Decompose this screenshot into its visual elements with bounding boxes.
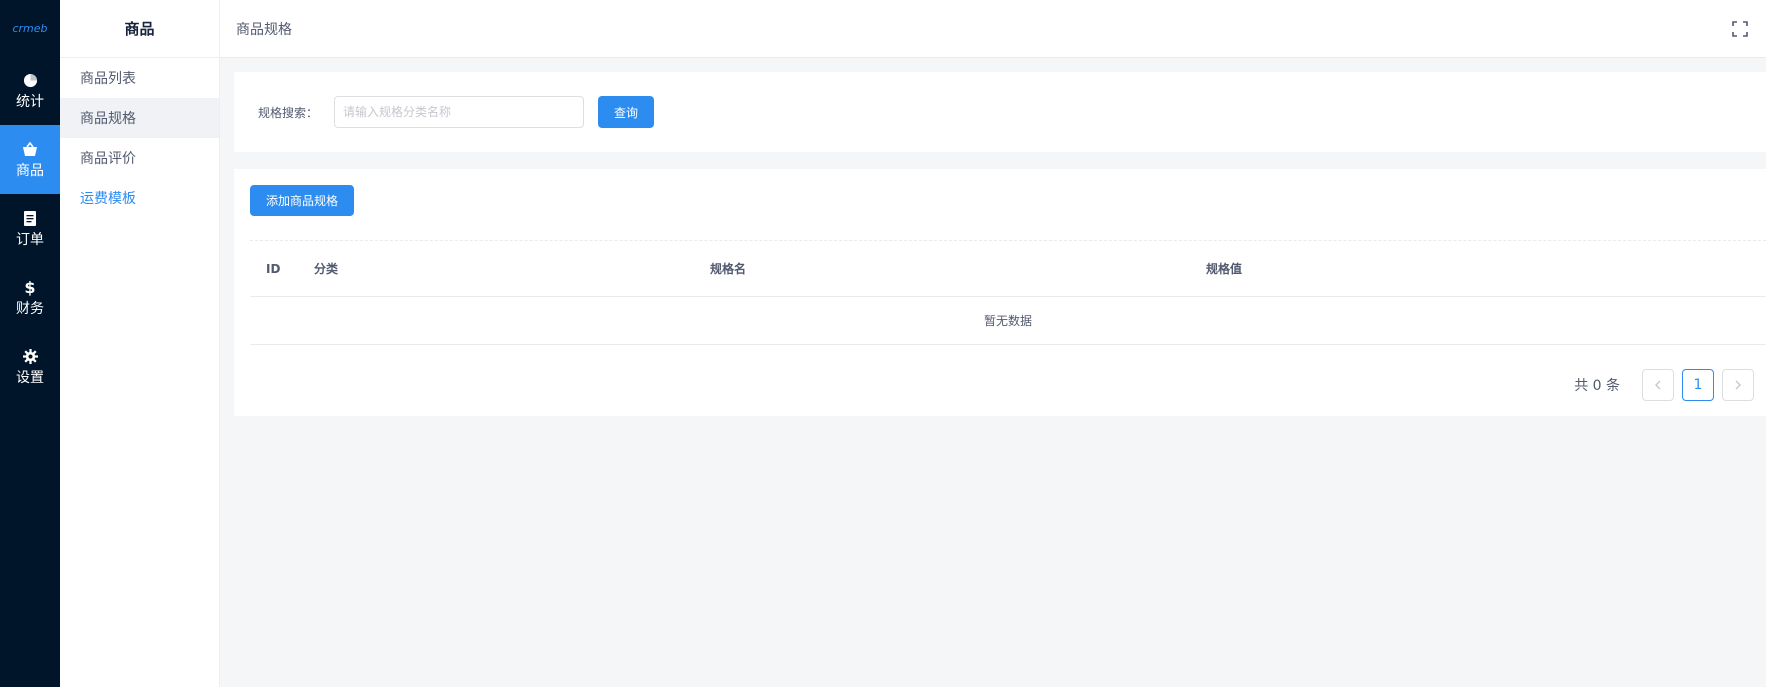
rail-item-label: 订单 <box>16 232 44 248</box>
rail-item-label: 财务 <box>16 301 44 317</box>
column-header-spec-value: 规格值 <box>1206 262 1243 276</box>
query-button[interactable]: 查询 <box>598 96 655 128</box>
subnav-item-product-list[interactable]: 商品列表 <box>60 58 219 98</box>
spec-table-panel: 添加商品规格 ID 分类 规格名 规格值 暂无数据 共 0 条 1 <box>234 169 1766 416</box>
dollar-icon: $ <box>21 278 39 296</box>
rail-item-settings[interactable]: 设置 <box>0 332 60 401</box>
subnav-item-product-specs[interactable]: 商品规格 <box>60 98 219 138</box>
next-page-button[interactable] <box>1722 369 1754 401</box>
pie-chart-icon <box>21 71 39 89</box>
chevron-right-icon <box>1735 380 1741 390</box>
search-label: 规格搜索： <box>258 105 319 120</box>
breadcrumb: 商品规格 <box>236 21 292 38</box>
rail-item-statistics[interactable]: 统计 <box>0 56 60 125</box>
fullscreen-icon[interactable] <box>1730 19 1750 39</box>
rail-item-products[interactable]: 商品 <box>0 125 60 194</box>
column-header-spec-name: 规格名 <box>710 262 747 276</box>
subnav-item-product-reviews[interactable]: 商品评价 <box>60 138 219 178</box>
rail-item-finance[interactable]: $ 财务 <box>0 263 60 332</box>
prev-page-button[interactable] <box>1642 369 1674 401</box>
app-logo[interactable]: crmeb <box>0 0 60 56</box>
gear-icon <box>21 347 39 365</box>
column-header-category: 分类 <box>314 262 339 276</box>
document-icon <box>21 209 39 227</box>
rail-item-orders[interactable]: 订单 <box>0 194 60 263</box>
rail-item-label: 设置 <box>16 370 44 386</box>
svg-text:$: $ <box>24 279 35 296</box>
chevron-left-icon <box>1655 380 1661 390</box>
search-panel: 规格搜索： 查询 <box>234 72 1766 152</box>
column-header-id: ID <box>266 261 281 276</box>
subnav-title: 商品 <box>60 0 219 58</box>
empty-state-text: 暂无数据 <box>250 297 1766 345</box>
rail-item-label: 统计 <box>16 94 44 110</box>
basket-icon <box>21 140 39 158</box>
sub-navigation: 商品 商品列表 商品规格 商品评价 运费模板 <box>60 0 220 687</box>
main-nav-rail: crmeb 统计 商品 订单 $ 财务 设置 <box>0 0 60 687</box>
table-header: ID 分类 规格名 规格值 <box>250 241 1766 297</box>
add-spec-button[interactable]: 添加商品规格 <box>250 185 354 216</box>
page-header: 商品规格 <box>220 0 1766 58</box>
rail-item-label: 商品 <box>16 163 44 179</box>
spec-search-input[interactable] <box>334 96 585 128</box>
subnav-item-shipping-templates[interactable]: 运费模板 <box>60 178 219 218</box>
page-button-current[interactable]: 1 <box>1682 369 1714 401</box>
pagination-total: 共 0 条 <box>1574 378 1620 394</box>
pagination: 共 0 条 1 <box>1574 369 1754 401</box>
